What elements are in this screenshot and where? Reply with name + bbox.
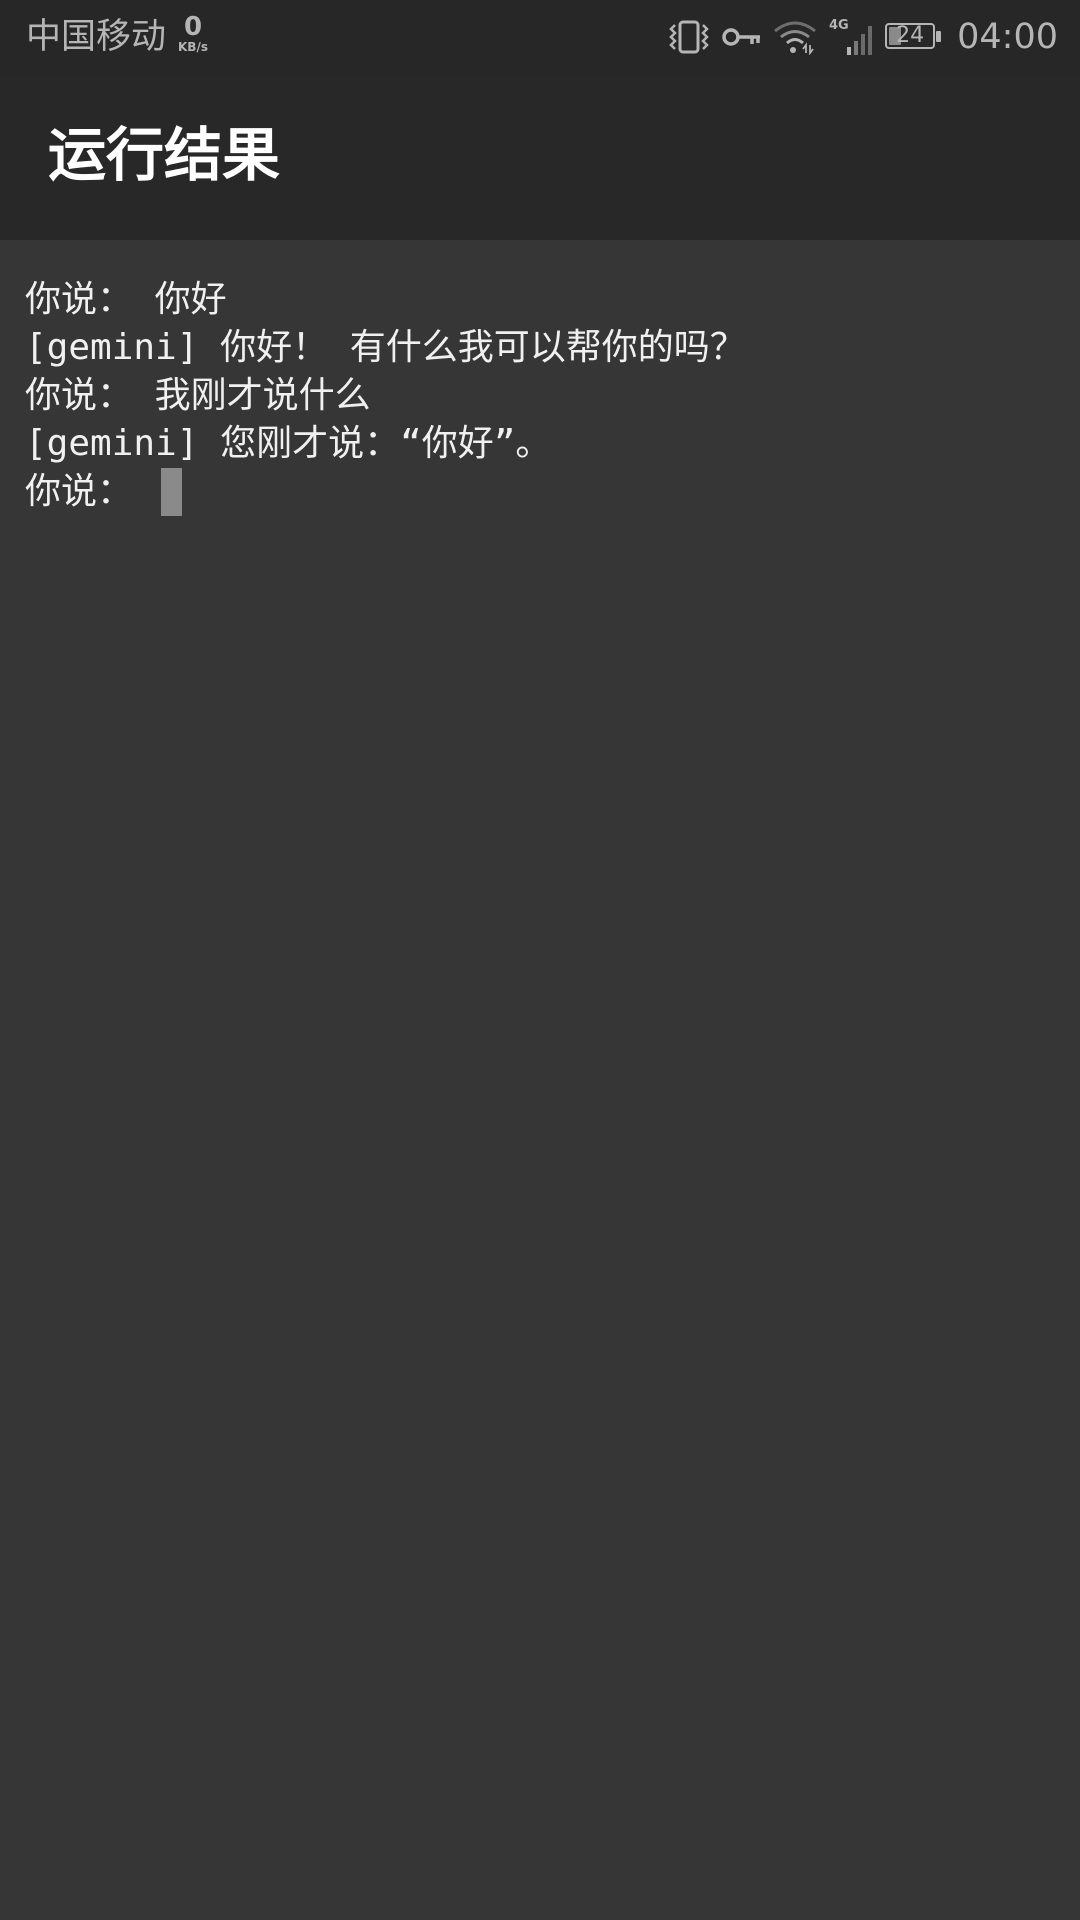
console-prompt: 你说： bbox=[25, 471, 155, 512]
vibrate-icon bbox=[667, 19, 711, 55]
svg-text:4G: 4G bbox=[829, 18, 849, 33]
status-time: 04:00 bbox=[957, 17, 1058, 57]
status-bar: 中国移动 0 KB/s 4G 24 04:00 bbox=[0, 0, 1080, 74]
network-speed: 0 KB/s bbox=[173, 14, 213, 54]
battery-icon: 24 bbox=[885, 21, 943, 53]
console-input-line[interactable]: 你说： bbox=[25, 468, 1055, 516]
console-output[interactable]: 你说： 你好 [gemini] 你好！ 有什么我可以帮你的吗？ 你说： 我刚才说… bbox=[25, 276, 1055, 516]
console-line: 你说： 我刚才说什么 bbox=[25, 375, 371, 416]
console-line: 你说： 你好 bbox=[25, 279, 227, 320]
status-icons: 4G 24 04:00 bbox=[667, 14, 1058, 60]
network-speed-value: 0 bbox=[183, 12, 203, 42]
console-line: [gemini] 您刚才说：“你好”。 bbox=[25, 423, 552, 464]
page-title: 运行结果 bbox=[48, 121, 281, 189]
battery-level: 24 bbox=[896, 23, 925, 48]
carrier-name: 中国移动 bbox=[26, 17, 167, 57]
wifi-icon bbox=[773, 19, 817, 55]
vpn-key-icon bbox=[721, 19, 763, 55]
console-line: [gemini] 你好！ 有什么我可以帮你的吗？ bbox=[25, 327, 746, 368]
app-bar: 运行结果 bbox=[0, 74, 1080, 240]
text-cursor bbox=[160, 468, 182, 516]
network-speed-unit: KB/s bbox=[178, 40, 208, 54]
cellular-signal-icon: 4G bbox=[827, 17, 875, 57]
